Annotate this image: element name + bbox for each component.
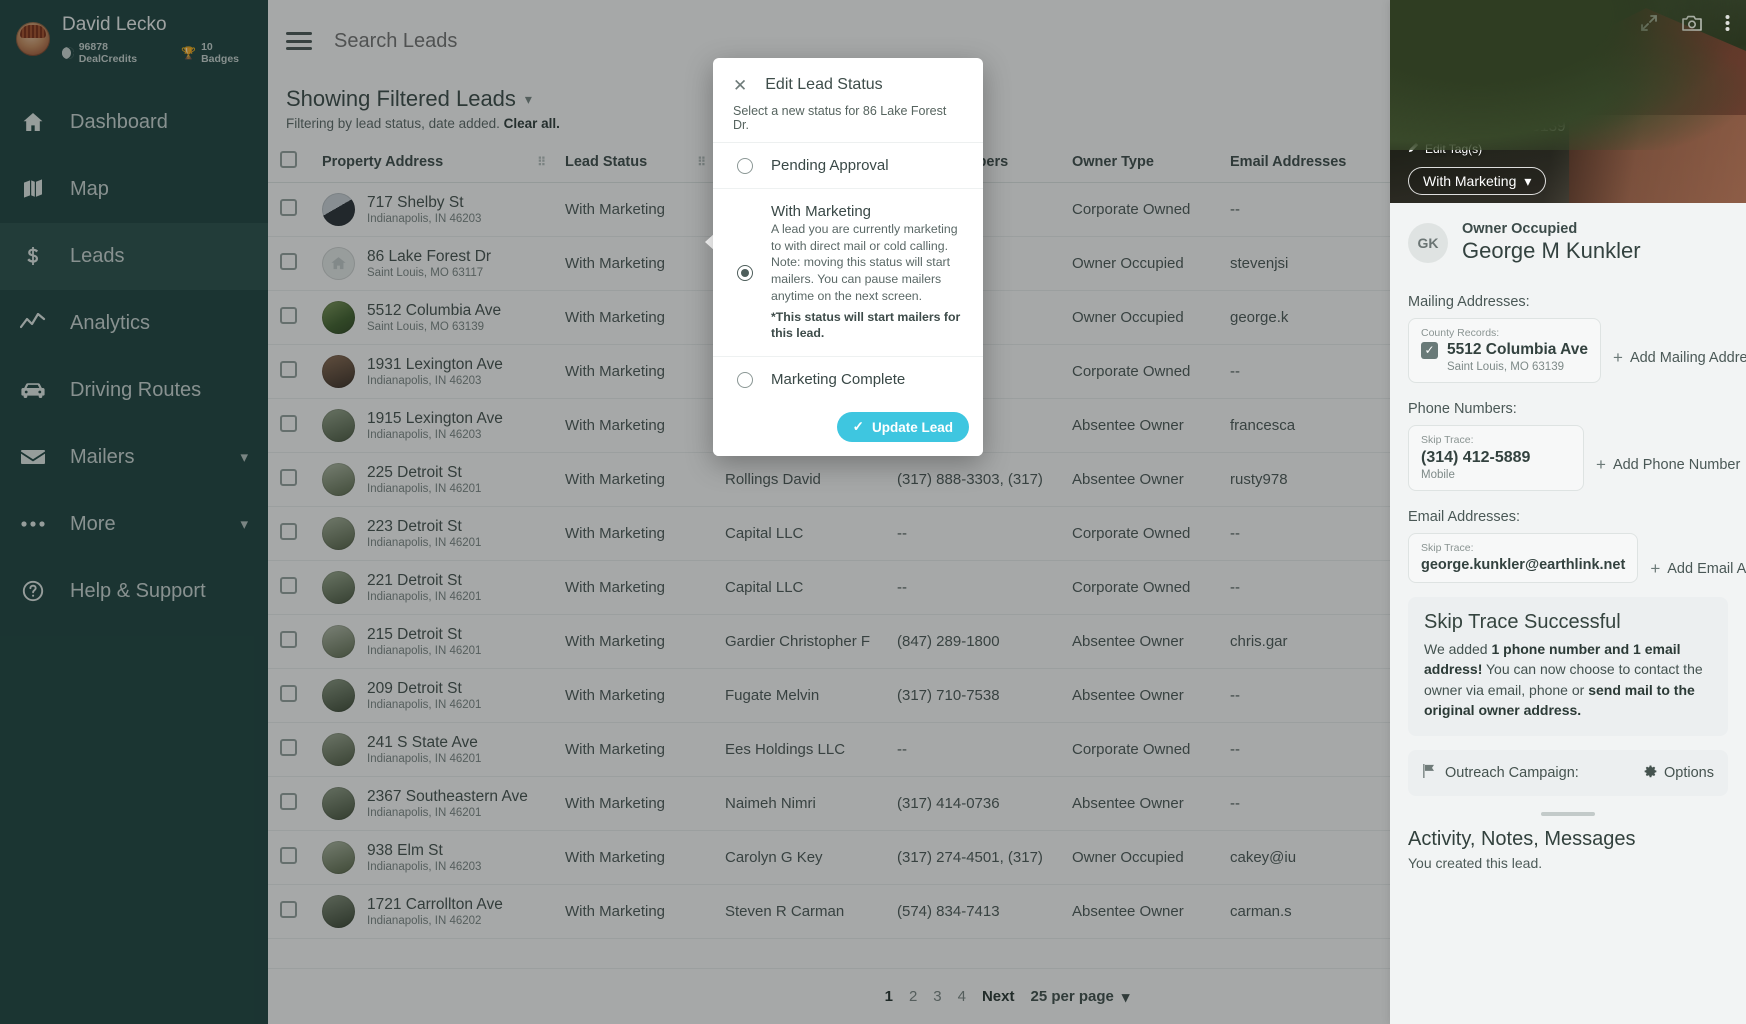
radio-icon[interactable] xyxy=(737,264,753,281)
skip-trace-body: We added 1 phone number and 1 email addr… xyxy=(1424,639,1712,720)
update-lead-button[interactable]: ✓ Update Lead xyxy=(836,412,969,443)
phone-numbers-label: Phone Numbers: xyxy=(1408,401,1517,417)
status-option-warning: *This status will start mailers for this… xyxy=(771,309,961,341)
phone-kind: Mobile xyxy=(1421,469,1455,481)
phone-card[interactable]: Skip Trace: (314) 412-5889 Mobile xyxy=(1408,425,1584,491)
mailing-address-card[interactable]: County Records: ✓ 5512 Columbia Ave Sain… xyxy=(1408,318,1601,383)
email-source: Skip Trace: xyxy=(1421,542,1474,554)
owner-avatar: GK xyxy=(1408,222,1448,263)
owner-summary: GK Owner Occupied George M Kunkler xyxy=(1390,203,1746,276)
close-icon[interactable] xyxy=(1406,13,1426,38)
hero-info: 5512 Columbia Ave Saint Louis, MO 63139 … xyxy=(1408,96,1566,195)
modal-footer: ✓ Update Lead xyxy=(713,402,983,457)
app-root: David Lecko 96878 DealCredits 🏆 10 Badge… xyxy=(0,0,1746,1024)
plus-icon: + xyxy=(1613,347,1623,367)
phone-numbers-section: Phone Numbers: Skip Trace: (314) 412-588… xyxy=(1390,383,1746,491)
update-lead-label: Update Lead xyxy=(871,419,953,435)
lead-status-dropdown[interactable]: With Marketing ▾ xyxy=(1408,167,1547,195)
owner-name-label: George M Kunkler xyxy=(1462,238,1641,263)
skip-trace-title: Skip Trace Successful xyxy=(1424,611,1621,633)
status-option-pending-approval[interactable]: Pending Approval xyxy=(713,143,983,189)
detail-address: 5512 Columbia Ave xyxy=(1408,96,1565,115)
property-hero-image: 5512 Columbia Ave Saint Louis, MO 63139 … xyxy=(1390,0,1746,203)
mailing-address: 5512 Columbia Ave xyxy=(1447,341,1588,358)
phone-source: Skip Trace: xyxy=(1421,434,1474,446)
activity-section: Activity, Notes, Messages You created th… xyxy=(1390,816,1746,871)
email-addresses-section: Email Addresses: Skip Trace: george.kunk… xyxy=(1390,491,1746,583)
outreach-campaign-label: Outreach Campaign: xyxy=(1445,765,1579,782)
mailing-city: Saint Louis, MO 63139 xyxy=(1447,361,1564,373)
plus-icon: + xyxy=(1596,455,1606,474)
add-mailing-address-button[interactable]: + Add Mailing Address xyxy=(1613,318,1746,383)
flag-icon xyxy=(1422,764,1435,782)
plus-icon: + xyxy=(1650,559,1661,578)
status-option-description: A lead you are currently marketing to wi… xyxy=(771,222,958,303)
mailing-source: County Records: xyxy=(1421,327,1500,339)
modal-title: Edit Lead Status xyxy=(765,76,883,93)
activity-subtitle: You created this lead. xyxy=(1408,855,1543,872)
activity-title: Activity, Notes, Messages xyxy=(1408,828,1636,851)
email-card[interactable]: Skip Trace: george.kunkler@earthlink.net xyxy=(1408,533,1639,583)
more-vertical-icon[interactable] xyxy=(1725,13,1730,38)
close-icon[interactable]: ✕ xyxy=(733,77,747,94)
chevron-down-icon: ▾ xyxy=(1524,172,1532,189)
pencil-icon xyxy=(1408,142,1419,156)
add-email-label: Add Email Address xyxy=(1667,561,1746,577)
mailing-addresses-label: Mailing Addresses: xyxy=(1408,294,1530,310)
email-addresses-label: Email Addresses: xyxy=(1408,509,1521,525)
detail-city: Saint Louis, MO 63139 xyxy=(1408,118,1566,135)
add-phone-label: Add Phone Number xyxy=(1612,457,1741,473)
status-option-label: Pending Approval xyxy=(771,157,889,174)
outreach-options-button[interactable]: Options xyxy=(1644,765,1714,782)
mailing-checkbox[interactable]: ✓ xyxy=(1421,341,1438,359)
add-phone-number-button[interactable]: + Add Phone Number xyxy=(1596,425,1740,491)
add-photo-icon[interactable] xyxy=(1681,13,1703,38)
status-option-list: Pending Approval With Marketing A lead y… xyxy=(713,142,983,402)
edit-tags-label: Edit Tag(s) xyxy=(1425,142,1483,156)
status-option-with-marketing[interactable]: With Marketing A lead you are currently … xyxy=(713,189,983,358)
options-label: Options xyxy=(1664,765,1714,782)
status-option-marketing-complete[interactable]: Marketing Complete xyxy=(713,357,983,402)
status-option-label: Marketing Complete xyxy=(771,371,906,389)
edit-lead-status-modal: ✕ Edit Lead Status Select a new status f… xyxy=(713,58,983,457)
radio-icon[interactable] xyxy=(737,157,753,174)
status-option-label: With Marketing xyxy=(771,203,872,220)
add-email-address-button[interactable]: + Add Email Address xyxy=(1650,533,1746,583)
radio-icon[interactable] xyxy=(737,371,753,388)
modal-subtitle: Select a new status for 86 Lake Forest D… xyxy=(733,104,947,132)
hero-toolbar xyxy=(1390,0,1746,50)
lead-detail-panel: 5512 Columbia Ave Saint Louis, MO 63139 … xyxy=(1390,0,1746,1024)
add-mailing-label: Add Mailing Address xyxy=(1629,349,1746,366)
check-icon: ✓ xyxy=(852,419,864,435)
skip-trace-card: Skip Trace Successful We added 1 phone n… xyxy=(1408,597,1728,737)
mailing-addresses-section: Mailing Addresses: County Records: ✓ 551… xyxy=(1390,276,1746,383)
phone-number: (314) 412-5889 xyxy=(1421,449,1531,466)
modal-header: ✕ Edit Lead Status xyxy=(713,58,983,104)
lead-status-label: With Marketing xyxy=(1423,173,1517,189)
outreach-campaign-row[interactable]: Outreach Campaign: Options xyxy=(1408,750,1728,797)
skip-line1-a: We added xyxy=(1424,641,1492,657)
edit-tags-button[interactable]: Edit Tag(s) xyxy=(1408,142,1566,156)
expand-icon[interactable] xyxy=(1639,13,1659,38)
owner-type-label: Owner Occupied xyxy=(1462,221,1578,237)
email-value: george.kunkler@earthlink.net xyxy=(1421,557,1626,573)
gear-icon xyxy=(1644,765,1657,782)
